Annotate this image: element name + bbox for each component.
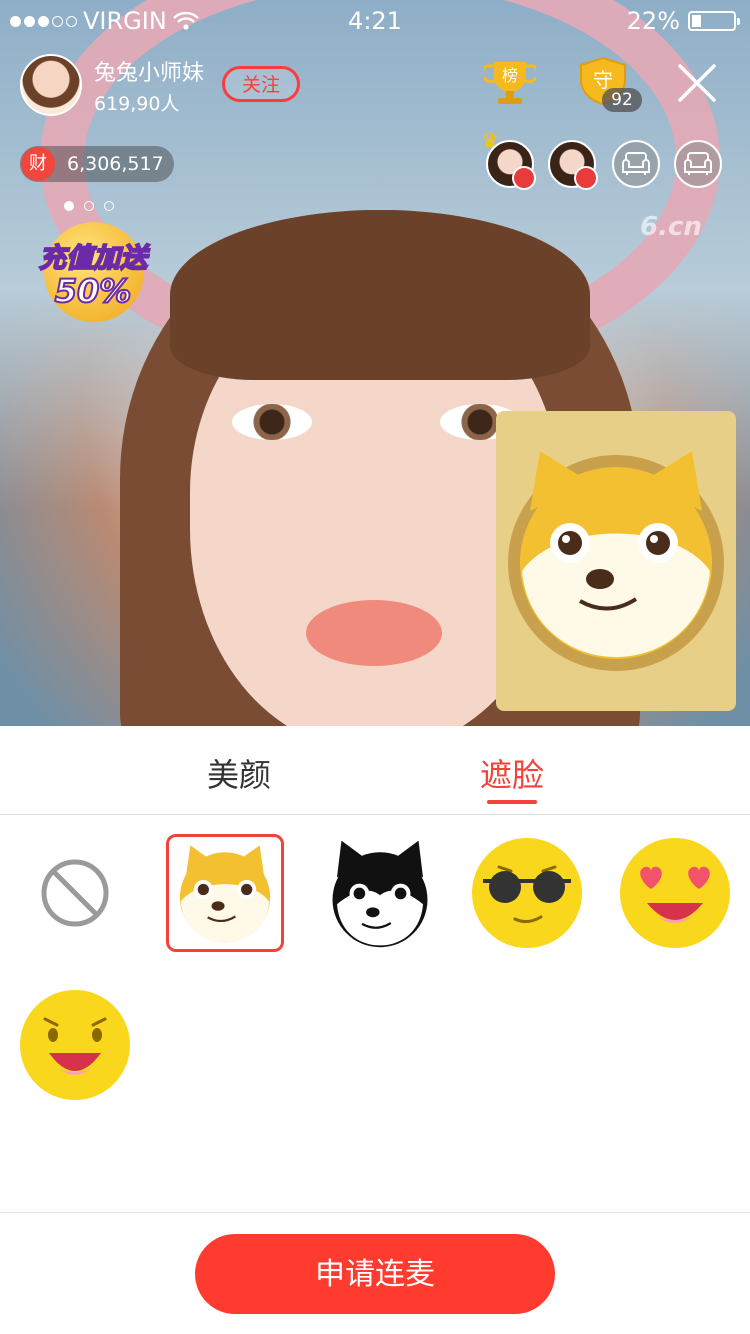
heart-eyes-emoji-icon: [620, 838, 730, 948]
recharge-promo-banner[interactable]: 充值加送 50%: [26, 220, 160, 324]
banner-pager: [64, 201, 114, 211]
shiba-dog-icon: [179, 845, 271, 943]
none-icon: [41, 859, 109, 927]
seat-badge-icon: [574, 166, 598, 190]
tab-beauty[interactable]: 美颜: [207, 750, 271, 796]
seat-badge-icon: [512, 166, 536, 190]
viewer-avatar[interactable]: [486, 140, 536, 190]
host-name: 兔兔小师妹: [94, 60, 205, 86]
mask-option-grinning[interactable]: [16, 986, 134, 1104]
watermark: 6.cn: [640, 212, 702, 242]
panel-divider: [0, 1212, 750, 1213]
mask-preview-window[interactable]: [496, 411, 736, 711]
rank-trophy-icon[interactable]: 榜: [484, 58, 536, 106]
grinning-emoji-icon: [20, 990, 130, 1100]
mask-option-heart-eyes[interactable]: [616, 834, 734, 952]
wealth-icon: 财: [21, 147, 55, 181]
effects-panel: 美颜 遮脸 申请连麦: [0, 726, 750, 1334]
mask-option-none[interactable]: [16, 834, 134, 952]
active-tab-indicator: [487, 800, 537, 804]
promo-line2: 50%: [54, 271, 133, 311]
status-bar: VIRGIN 4:21 22%: [0, 0, 750, 40]
mask-option-husky[interactable]: [321, 834, 439, 952]
sofa-icon: [622, 152, 650, 175]
sunglasses-emoji-icon: [472, 838, 582, 948]
host-fans-count: 619,90人: [94, 92, 180, 115]
wealth-badge[interactable]: 财 6,306,517: [20, 146, 174, 182]
battery-percent: 22%: [626, 7, 680, 35]
mask-option-sunglasses[interactable]: [468, 834, 586, 952]
shiba-dog-icon: [508, 451, 724, 671]
empty-seat[interactable]: [674, 140, 722, 188]
rank-label: 榜: [502, 66, 518, 85]
promo-line1: 充值加送: [38, 242, 148, 275]
follow-button[interactable]: 关注: [222, 66, 300, 102]
host-info[interactable]: 兔兔小师妹 619,90人: [20, 54, 204, 116]
sofa-icon: [684, 152, 712, 175]
tab-face-mask[interactable]: 遮脸: [480, 750, 544, 796]
husky-dog-icon: [332, 840, 428, 948]
wealth-value: 6,306,517: [67, 153, 164, 175]
guard-count-badge: 92: [602, 88, 642, 112]
effects-tabs: 美颜 遮脸: [0, 726, 750, 815]
mask-option-shiba[interactable]: [166, 834, 284, 952]
viewer-avatar[interactable]: [548, 140, 598, 190]
battery-icon: [688, 11, 740, 31]
apply-co-host-button[interactable]: 申请连麦: [195, 1234, 555, 1314]
close-icon[interactable]: [676, 62, 718, 104]
host-avatar[interactable]: [20, 54, 82, 116]
empty-seat[interactable]: [612, 140, 660, 188]
